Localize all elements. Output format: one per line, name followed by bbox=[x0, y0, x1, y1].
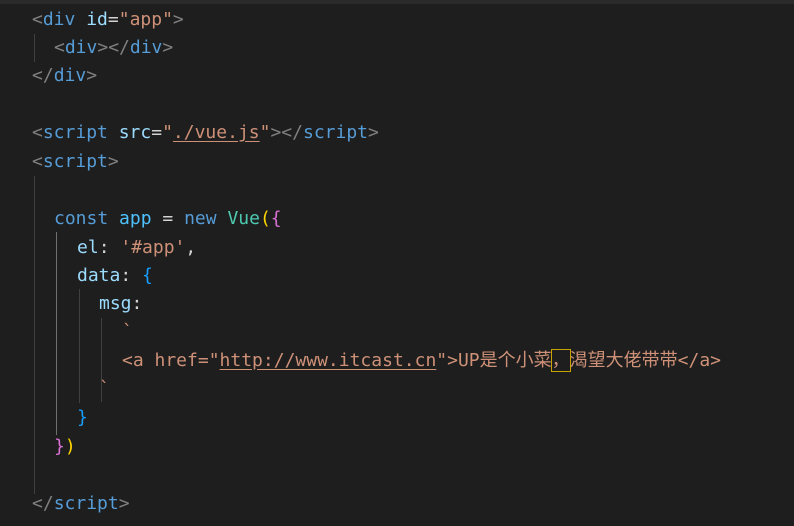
token-class: Vue bbox=[227, 208, 260, 229]
token-property: msg bbox=[99, 293, 132, 314]
indent-guide bbox=[79, 289, 80, 403]
token-bracket: ></ bbox=[270, 122, 303, 143]
token-tag: div bbox=[42, 9, 76, 30]
code-line-18[interactable]: </script> bbox=[32, 490, 130, 518]
token-bracket: </ bbox=[32, 65, 54, 86]
token-attr: id bbox=[86, 9, 108, 30]
indent-guide bbox=[34, 34, 35, 62]
token-colon: : bbox=[98, 237, 110, 258]
code-line-6[interactable]: <script> bbox=[32, 148, 119, 176]
indent-guide-active bbox=[56, 232, 57, 435]
token-bracket: < bbox=[32, 151, 43, 172]
token-bracket: > bbox=[86, 65, 98, 86]
token-eq: = bbox=[107, 9, 119, 30]
token-bracket: ></ bbox=[97, 37, 130, 58]
token-property: el bbox=[77, 237, 99, 258]
code-line-13[interactable]: <a href="http://www.itcast.cn">UP是个小菜，渴望… bbox=[122, 347, 721, 375]
code-line-9[interactable]: el: '#app', bbox=[77, 234, 196, 262]
token-colon: : bbox=[131, 293, 143, 314]
token-comma: , bbox=[185, 237, 197, 258]
code-line-8[interactable]: const app = new Vue({ bbox=[54, 205, 282, 233]
token-tag: script bbox=[53, 493, 119, 514]
indent-guide bbox=[34, 176, 35, 494]
token-bracket: < bbox=[32, 9, 43, 30]
token-brace: { bbox=[142, 265, 153, 286]
token-variable: app bbox=[119, 208, 152, 229]
code-line-1[interactable]: <div id="app"> bbox=[32, 6, 184, 34]
code-line-14[interactable]: ` bbox=[99, 375, 110, 403]
token-brace: } bbox=[54, 436, 65, 457]
token-string: '#app' bbox=[120, 237, 186, 258]
editor-top-border bbox=[0, 0, 794, 4]
token-bracket: > bbox=[172, 9, 184, 30]
code-line-15[interactable]: } bbox=[77, 404, 88, 432]
token-keyword: new bbox=[184, 208, 217, 229]
token-src-link[interactable]: ./vue.js bbox=[173, 122, 260, 143]
token-bracket: > bbox=[118, 493, 130, 514]
token-quote: " bbox=[162, 122, 173, 143]
code-line-11[interactable]: msg: bbox=[99, 290, 142, 318]
token-url-link[interactable]: http://www.itcast.cn bbox=[220, 350, 437, 371]
token-colon: : bbox=[120, 265, 132, 286]
token-brace: } bbox=[77, 407, 88, 428]
token-bracket: </ bbox=[32, 493, 54, 514]
token-bracket: > bbox=[107, 151, 119, 172]
code-line-5[interactable]: <script src="./vue.js"></script> bbox=[32, 119, 379, 147]
code-line-3[interactable]: </div> bbox=[32, 62, 97, 90]
code-line-12[interactable]: ` bbox=[122, 318, 133, 346]
token-paren: ) bbox=[64, 436, 76, 457]
token-tag: div bbox=[129, 37, 163, 58]
token-paren: ( bbox=[259, 208, 271, 229]
code-line-16[interactable]: }) bbox=[54, 433, 76, 461]
token-string: ">UP是个小菜 bbox=[436, 350, 552, 371]
token-bracket: > bbox=[368, 122, 379, 143]
token-tag: script bbox=[42, 122, 108, 143]
token-string: 渴望大佬带带</a> bbox=[569, 350, 722, 371]
token-attr: src bbox=[118, 122, 152, 143]
token-tag: div bbox=[64, 37, 98, 58]
token-bracket: < bbox=[32, 122, 43, 143]
token-backtick: ` bbox=[122, 321, 133, 342]
token-keyword: const bbox=[54, 208, 109, 229]
token-tag: script bbox=[302, 122, 369, 143]
token-quote: " bbox=[259, 122, 271, 143]
token-bracket: < bbox=[54, 37, 65, 58]
token-string: <a href=" bbox=[122, 350, 220, 371]
token-eq: = bbox=[151, 122, 163, 143]
text-cursor-highlight: ， bbox=[550, 349, 571, 372]
token-operator: = bbox=[162, 208, 174, 229]
token-tag: div bbox=[53, 65, 87, 86]
token-property: data bbox=[77, 265, 121, 286]
token-bracket: > bbox=[162, 37, 174, 58]
code-editor[interactable]: <div id="app"> <div></div> </div> <scrip… bbox=[0, 0, 794, 526]
code-line-10[interactable]: data: { bbox=[77, 262, 153, 290]
token-string: "app" bbox=[118, 9, 173, 30]
token-brace: { bbox=[270, 208, 282, 229]
token-backtick: ` bbox=[99, 378, 110, 399]
code-line-2[interactable]: <div></div> bbox=[54, 34, 173, 62]
token-tag: script bbox=[42, 151, 108, 172]
